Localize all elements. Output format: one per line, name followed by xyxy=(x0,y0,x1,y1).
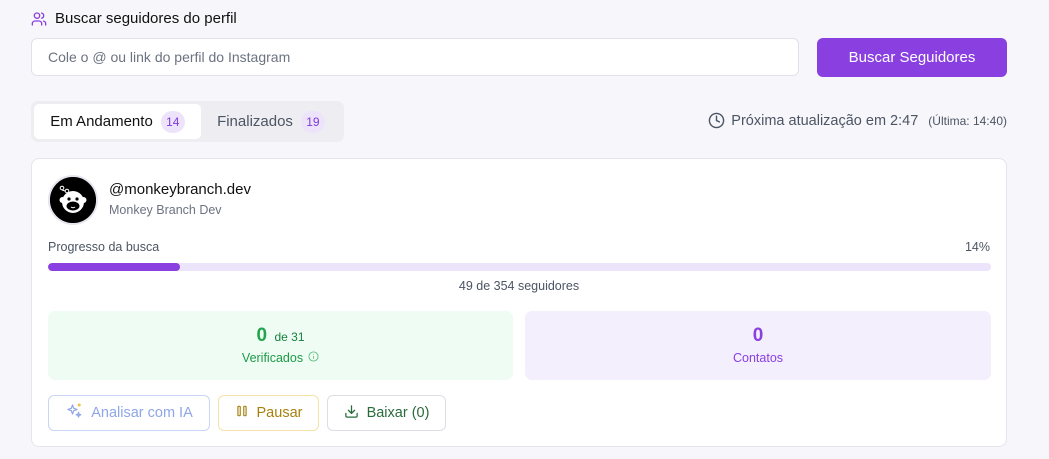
search-followers-button[interactable]: Buscar Seguidores xyxy=(817,38,1007,77)
profile-handle: @monkeybranch.dev xyxy=(109,181,251,198)
verified-total: de 31 xyxy=(274,330,305,344)
count-badge: 19 xyxy=(300,110,325,133)
next-update-text: Próxima atualização em 2:47 xyxy=(731,112,919,129)
progress-bar xyxy=(48,263,991,271)
last-update-text: (Última: 14:40) xyxy=(928,113,1007,128)
status-tabs: Em Andamento 14 Finalizados 19 xyxy=(31,101,344,142)
tab-in-progress[interactable]: Em Andamento 14 xyxy=(34,104,201,139)
contacts-stat: 0 Contatos xyxy=(525,311,991,380)
clock-icon xyxy=(708,112,725,129)
users-icon xyxy=(31,11,47,27)
download-label: Baixar (0) xyxy=(366,405,430,421)
profile-card: @monkeybranch.dev Monkey Branch Dev Prog… xyxy=(31,158,1007,447)
profile-display-name: Monkey Branch Dev xyxy=(109,203,222,217)
pause-label: Pausar xyxy=(256,405,303,421)
avatar xyxy=(48,175,98,225)
count-badge: 14 xyxy=(160,110,185,133)
verified-value: 0 xyxy=(256,325,268,346)
pause-button[interactable]: Pausar xyxy=(218,395,319,431)
tab-finished[interactable]: Finalizados 19 xyxy=(201,104,341,139)
followers-count: 49 de 354 seguidores xyxy=(458,279,580,293)
tab-label: Em Andamento xyxy=(50,113,153,130)
contacts-label: Contatos xyxy=(732,351,784,365)
pause-icon xyxy=(235,404,249,422)
analyze-ai-button[interactable]: Analisar com IA xyxy=(48,395,210,431)
progress-percent: 14% xyxy=(964,240,990,254)
profile-search-input[interactable] xyxy=(31,38,799,76)
section-title: Buscar seguidores do perfil xyxy=(55,10,237,27)
verified-label: Verificados xyxy=(241,351,304,365)
download-icon xyxy=(344,404,359,423)
tab-label: Finalizados xyxy=(217,113,293,130)
section-header: Buscar seguidores do perfil xyxy=(31,10,237,27)
info-icon[interactable] xyxy=(308,351,319,365)
monkey-logo-icon xyxy=(50,177,96,223)
progress-label: Progresso da busca xyxy=(48,240,160,254)
contacts-value: 0 xyxy=(752,325,764,346)
analyze-ai-label: Analisar com IA xyxy=(91,405,193,421)
sparkles-icon xyxy=(65,402,83,424)
download-button[interactable]: Baixar (0) xyxy=(327,395,446,431)
next-update-info: Próxima atualização em 2:47 (Última: 14:… xyxy=(708,112,1007,129)
progress-bar-fill xyxy=(48,263,181,271)
verified-stat: 0 de 31 Verificados xyxy=(48,311,513,380)
